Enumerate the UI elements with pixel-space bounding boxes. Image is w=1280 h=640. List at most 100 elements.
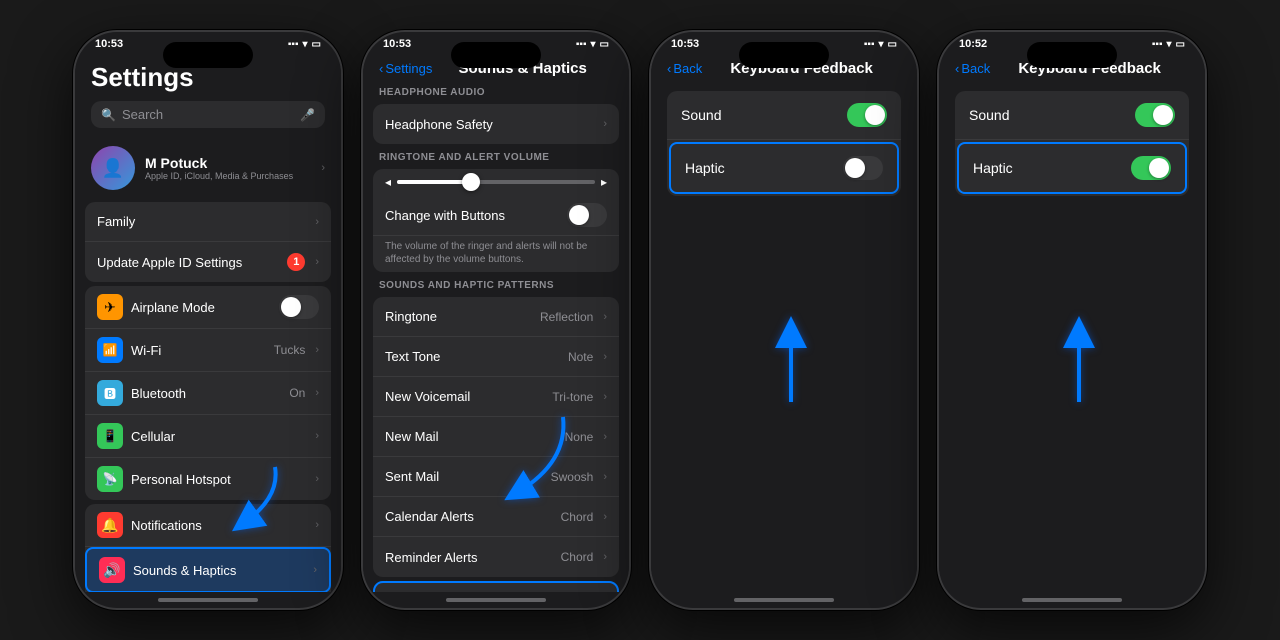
signal-icon-2: ▪▪▪ [576, 39, 587, 50]
new-voicemail-label: New Voicemail [385, 389, 544, 404]
kf-screen-4: Sound Haptic [939, 91, 1205, 196]
reminder-alerts-item[interactable]: Reminder Alerts Chord › [373, 537, 619, 577]
search-icon: 🔍 [101, 108, 116, 122]
search-placeholder: Search [122, 107, 163, 122]
haptic-toggle-4[interactable] [1131, 156, 1171, 180]
cellular-chevron: › [315, 430, 319, 442]
haptic-knob-3 [845, 158, 865, 178]
hotspot-icon: 📡 [97, 466, 123, 492]
battery-icon-3: ▭ [888, 39, 897, 50]
headphone-safety-label: Headphone Safety [385, 117, 593, 132]
home-indicator-4 [1022, 598, 1122, 602]
back-button-2[interactable]: ‹ Settings [379, 61, 432, 76]
haptic-row-4[interactable]: Haptic [959, 144, 1185, 192]
sound-toggle-4[interactable] [1135, 103, 1175, 127]
change-buttons-toggle[interactable] [567, 203, 607, 227]
wifi-chevron: › [315, 344, 319, 356]
reminder-alerts-label: Reminder Alerts [385, 550, 553, 565]
dynamic-island-2 [451, 42, 541, 68]
wifi-icon-3: ▾ [879, 39, 884, 50]
time-1: 10:53 [95, 38, 123, 50]
time-4: 10:52 [959, 38, 987, 50]
sounds-haptics-item[interactable]: 🔊 Sounds & Haptics › [85, 547, 331, 592]
profile-row[interactable]: 👤 M Potuck Apple ID, iCloud, Media & Pur… [75, 138, 341, 198]
haptic-knob-4 [1149, 158, 1169, 178]
back-button-3[interactable]: ‹ Back [667, 61, 702, 76]
reminder-alerts-value: Chord [561, 550, 594, 564]
update-item[interactable]: Update Apple ID Settings 1 › [85, 242, 331, 282]
back-chevron-4: ‹ [955, 61, 959, 76]
cellular-item[interactable]: 📱 Cellular › [85, 415, 331, 458]
wifi-item[interactable]: 📶 Wi-Fi Tucks › [85, 329, 331, 372]
airplane-mode-item[interactable]: ✈ Airplane Mode [85, 286, 331, 329]
headphone-header: HEADPHONE AUDIO [363, 83, 629, 100]
back-chevron-2: ‹ [379, 61, 383, 76]
change-buttons-knob [569, 205, 589, 225]
cellular-icon: 📱 [97, 423, 123, 449]
phone-3: 10:53 ▪▪▪ ▾ ▭ ‹ Back Keyboard Feedback S… [649, 30, 919, 610]
headphone-safety-item[interactable]: Headphone Safety › [373, 104, 619, 144]
sound-label-3: Sound [681, 107, 839, 123]
screen-2: ‹ Settings Sounds & Haptics HEADPHONE AU… [363, 52, 629, 592]
family-label: Family [97, 214, 305, 229]
calendar-alerts-label: Calendar Alerts [385, 509, 553, 524]
notifications-chevron: › [315, 519, 319, 531]
profile-info: M Potuck Apple ID, iCloud, Media & Purch… [145, 155, 309, 181]
bluetooth-label: Bluetooth [131, 386, 281, 401]
time-2: 10:53 [383, 38, 411, 50]
reminder-alerts-chevron: › [603, 551, 607, 563]
blue-arrow-3 [751, 312, 831, 412]
bluetooth-icon: 🅱 [97, 380, 123, 406]
sound-knob-3 [865, 105, 885, 125]
back-button-4[interactable]: ‹ Back [955, 61, 990, 76]
bluetooth-item[interactable]: 🅱 Bluetooth On › [85, 372, 331, 415]
keyboard-feedback-item[interactable]: Keyboard Feedback Sound › [375, 583, 617, 592]
volume-slider[interactable] [397, 180, 595, 184]
family-section: Family › Update Apple ID Settings 1 › [85, 202, 331, 282]
ringtone-item[interactable]: Ringtone Reflection › [373, 297, 619, 337]
haptic-label-3: Haptic [685, 160, 835, 176]
bluetooth-value: On [289, 386, 305, 400]
signal-icon-3: ▪▪▪ [864, 39, 875, 50]
profile-sub: Apple ID, iCloud, Media & Purchases [145, 171, 309, 181]
home-indicator-2 [446, 598, 546, 602]
change-with-buttons-item[interactable]: Change with Buttons [373, 195, 619, 236]
home-indicator-1 [158, 598, 258, 602]
wifi-icon-1: ▾ [303, 39, 308, 50]
hotspot-chevron: › [315, 473, 319, 485]
sound-row-3[interactable]: Sound [667, 91, 901, 140]
status-icons-3: ▪▪▪ ▾ ▭ [864, 39, 897, 50]
status-icons-2: ▪▪▪ ▾ ▭ [576, 39, 609, 50]
airplane-mode-toggle[interactable] [279, 295, 319, 319]
avatar: 👤 [91, 146, 135, 190]
wifi-value: Tucks [274, 343, 306, 357]
blue-arrow-4 [1039, 312, 1119, 412]
calendar-alerts-item[interactable]: Calendar Alerts Chord › [373, 497, 619, 537]
text-tone-item[interactable]: Text Tone Note › [373, 337, 619, 377]
update-chevron: › [315, 256, 319, 268]
dynamic-island-4 [1027, 42, 1117, 68]
keyboard-feedback-highlighted[interactable]: Keyboard Feedback Sound › [373, 581, 619, 592]
kf-screen-3: Sound Haptic [651, 91, 917, 196]
haptic-label-4: Haptic [973, 160, 1123, 176]
new-voicemail-item[interactable]: New Voicemail Tri-tone › [373, 377, 619, 417]
volume-fill [397, 180, 466, 184]
phone-4: 10:52 ▪▪▪ ▾ ▭ ‹ Back Keyboard Feedback S… [937, 30, 1207, 610]
mic-icon: 🎤 [300, 108, 315, 122]
blue-arrow-1 [215, 462, 295, 532]
haptic-highlighted-4: Haptic [957, 142, 1187, 194]
notifications-icon: 🔔 [97, 512, 123, 538]
volume-thumb[interactable] [462, 173, 480, 191]
search-bar[interactable]: 🔍 Search 🎤 [91, 101, 325, 128]
sound-row-4[interactable]: Sound [955, 91, 1189, 140]
airplane-mode-icon: ✈ [97, 294, 123, 320]
phone-1: 10:53 ▪▪▪ ▾ ▭ Settings 🔍 Search 🎤 👤 M Po… [73, 30, 343, 610]
family-chevron: › [315, 216, 319, 228]
sound-toggle-3[interactable] [847, 103, 887, 127]
haptic-row-3[interactable]: Haptic [671, 144, 897, 192]
calendar-alerts-chevron: › [603, 511, 607, 523]
family-item[interactable]: Family › [85, 202, 331, 242]
volume-slider-row[interactable]: ◂ ▸ [373, 169, 619, 195]
text-tone-label: Text Tone [385, 349, 560, 364]
haptic-toggle-3[interactable] [843, 156, 883, 180]
